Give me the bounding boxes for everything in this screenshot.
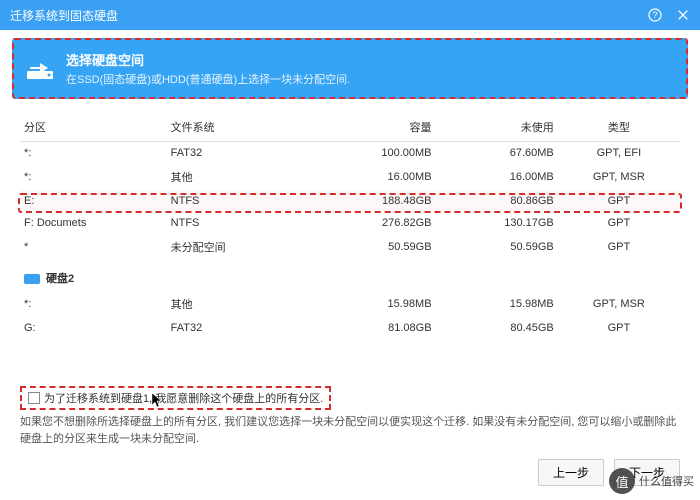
cell-unused: 67.60MB bbox=[436, 142, 558, 165]
cell-unused: 130.17GB bbox=[436, 212, 558, 234]
checkbox-icon[interactable] bbox=[28, 392, 40, 404]
watermark-text: 什么值得买 bbox=[639, 473, 694, 489]
cell-type: GPT, MSR bbox=[558, 291, 680, 317]
cell-partition: E: bbox=[20, 190, 167, 212]
table-row[interactable]: E:NTFS188.48GB80.86GBGPT bbox=[20, 190, 680, 212]
cell-partition: F: Documets bbox=[20, 212, 167, 234]
th-unused: 未使用 bbox=[436, 113, 558, 142]
delete-partitions-checkbox-row[interactable]: 为了迁移系统到硬盘1, 我愿意删除这个硬盘上的所有分区. bbox=[20, 386, 331, 410]
table-row[interactable]: *未分配空间50.59GB50.59GBGPT bbox=[20, 234, 680, 260]
cell-capacity: 50.59GB bbox=[313, 234, 435, 260]
cell-capacity: 276.82GB bbox=[313, 212, 435, 234]
cell-fs: 其他 bbox=[167, 164, 314, 190]
cell-partition: * bbox=[20, 234, 167, 260]
cell-type: GPT, MSR bbox=[558, 164, 680, 190]
table-row[interactable]: G:FAT3281.08GB80.45GBGPT bbox=[20, 317, 680, 339]
cell-capacity: 81.08GB bbox=[313, 317, 435, 339]
titlebar: 迁移系统到固态硬盘 ? bbox=[0, 0, 700, 30]
cell-unused: 80.45GB bbox=[436, 317, 558, 339]
disk-label: 硬盘2 bbox=[46, 273, 74, 285]
cell-fs: NTFS bbox=[167, 190, 314, 212]
cell-partition: *: bbox=[20, 291, 167, 317]
cell-type: GPT bbox=[558, 190, 680, 212]
footer-note: 如果您不想删除所选择硬盘上的所有分区, 我们建议您选择一块未分配空间以便实现这个… bbox=[20, 414, 680, 447]
table-row[interactable]: F: DocumetsNTFS276.82GB130.17GBGPT bbox=[20, 212, 680, 234]
cursor-icon bbox=[152, 393, 164, 412]
checkbox-label: 为了迁移系统到硬盘1, 我愿意删除这个硬盘上的所有分区. bbox=[44, 390, 323, 406]
table-row[interactable]: *:其他16.00MB16.00MBGPT, MSR bbox=[20, 164, 680, 190]
table-row[interactable]: *:其他15.98MB15.98MBGPT, MSR bbox=[20, 291, 680, 317]
drive-arrow-icon bbox=[26, 57, 54, 81]
cell-fs: NTFS bbox=[167, 212, 314, 234]
watermark-icon: 值 bbox=[609, 468, 635, 494]
help-icon[interactable]: ? bbox=[648, 8, 662, 22]
cell-capacity: 16.00MB bbox=[313, 164, 435, 190]
watermark: 值 什么值得买 bbox=[609, 468, 694, 494]
banner-subtitle: 在SSD(固态硬盘)或HDD(普通硬盘)上选择一块未分配空间. bbox=[66, 71, 350, 87]
cell-unused: 80.86GB bbox=[436, 190, 558, 212]
cell-type: GPT bbox=[558, 212, 680, 234]
cell-type: GPT, EFI bbox=[558, 142, 680, 165]
th-fs: 文件系统 bbox=[167, 113, 314, 142]
cell-fs: FAT32 bbox=[167, 317, 314, 339]
th-partition: 分区 bbox=[20, 113, 167, 142]
banner-title: 选择硬盘空间 bbox=[66, 50, 350, 69]
cell-fs: 未分配空间 bbox=[167, 234, 314, 260]
cell-capacity: 188.48GB bbox=[313, 190, 435, 212]
prev-button[interactable]: 上一步 bbox=[538, 459, 604, 486]
svg-text:?: ? bbox=[652, 10, 657, 20]
cell-partition: *: bbox=[20, 164, 167, 190]
cell-unused: 16.00MB bbox=[436, 164, 558, 190]
step-banner: 选择硬盘空间 在SSD(固态硬盘)或HDD(普通硬盘)上选择一块未分配空间. bbox=[12, 38, 688, 99]
close-icon[interactable] bbox=[676, 8, 690, 22]
cell-type: GPT bbox=[558, 234, 680, 260]
cell-partition: G: bbox=[20, 317, 167, 339]
cell-fs: FAT32 bbox=[167, 142, 314, 165]
cell-partition: *: bbox=[20, 142, 167, 165]
table-row[interactable]: *:FAT32100.00MB67.60MBGPT, EFI bbox=[20, 142, 680, 165]
window-title: 迁移系统到固态硬盘 bbox=[10, 7, 118, 24]
cell-unused: 50.59GB bbox=[436, 234, 558, 260]
partition-table: 分区 文件系统 容量 未使用 类型 *:FAT32100.00MB67.60MB… bbox=[20, 113, 680, 339]
cell-fs: 其他 bbox=[167, 291, 314, 317]
disk-icon bbox=[24, 274, 40, 284]
disk-header-row[interactable]: 硬盘2 bbox=[20, 260, 680, 291]
cell-capacity: 100.00MB bbox=[313, 142, 435, 165]
th-capacity: 容量 bbox=[313, 113, 435, 142]
cell-type: GPT bbox=[558, 317, 680, 339]
th-type: 类型 bbox=[558, 113, 680, 142]
cell-unused: 15.98MB bbox=[436, 291, 558, 317]
cell-capacity: 15.98MB bbox=[313, 291, 435, 317]
